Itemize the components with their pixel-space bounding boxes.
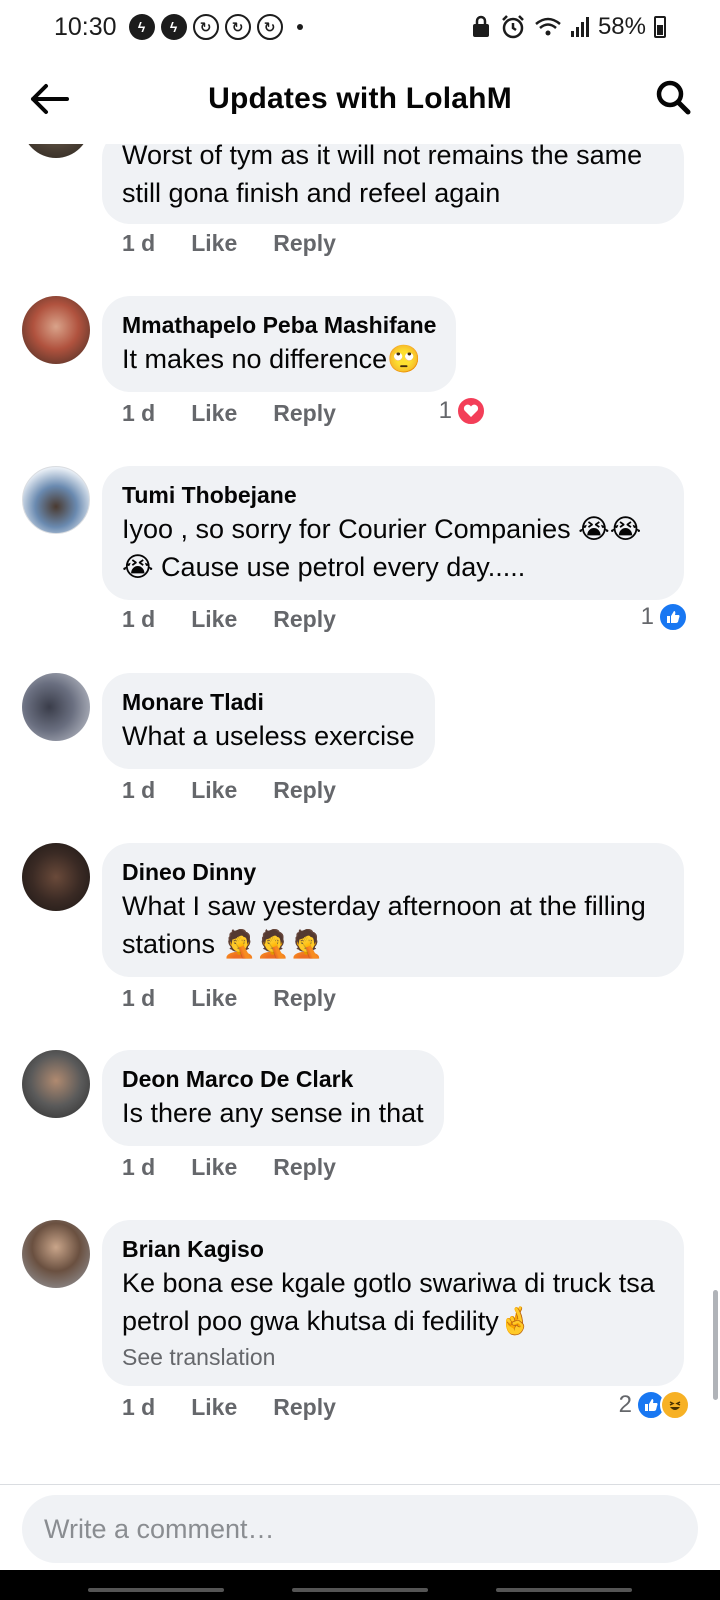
- recycle-notification-icon: ↻: [224, 14, 251, 40]
- comment-text: Ke bona ese kgale gotlo swariwa di truck…: [122, 1268, 655, 1336]
- reaction-count: 1: [640, 603, 654, 630]
- comment-time: 1 d: [122, 985, 156, 1011]
- avatar[interactable]: [22, 1220, 90, 1288]
- comment-actions: 1 d Like Reply: [122, 1154, 372, 1181]
- like-button[interactable]: Like: [191, 400, 237, 427]
- nav-recents-indicator[interactable]: [88, 1588, 224, 1592]
- like-button[interactable]: Like: [191, 606, 237, 633]
- comment-actions: 1 d Like Reply: [122, 985, 372, 1012]
- wifi-icon: [535, 17, 561, 36]
- lock-icon: [472, 15, 489, 37]
- nav-home-indicator[interactable]: [292, 1588, 428, 1592]
- comment-text: Iyoo , so sorry for Courier Companies 😭😭…: [122, 514, 642, 582]
- messenger-notification-icon: ϟ: [128, 14, 155, 40]
- like-button[interactable]: Like: [191, 1394, 237, 1421]
- reply-button[interactable]: Reply: [273, 1154, 336, 1181]
- reply-button[interactable]: Reply: [273, 1394, 336, 1421]
- battery-percent: 58%: [597, 13, 646, 40]
- reply-button[interactable]: Reply: [273, 230, 336, 257]
- reply-button[interactable]: Reply: [273, 985, 336, 1012]
- scrollbar-thumb[interactable]: [713, 1290, 718, 1400]
- reaction-summary[interactable]: 2: [619, 1390, 690, 1420]
- comment-text: Worst of tym as it will not remains the …: [122, 144, 643, 208]
- avatar[interactable]: [22, 296, 90, 364]
- back-button[interactable]: [26, 76, 72, 122]
- haha-reaction-icon: [660, 1390, 690, 1420]
- comment-input[interactable]: Write a comment…: [22, 1495, 698, 1563]
- comment-bubble[interactable]: Deon Marco De Clark Is there any sense i…: [102, 1050, 444, 1146]
- reaction-count: 1: [438, 397, 452, 424]
- top-app-bar: Updates with LolahM: [0, 54, 720, 144]
- comment-time: 1 d: [122, 777, 156, 803]
- reaction-summary[interactable]: 1: [641, 602, 688, 632]
- like-button[interactable]: Like: [191, 1154, 237, 1181]
- reply-button[interactable]: Reply: [273, 606, 336, 633]
- comment-time: 1 d: [122, 1394, 156, 1420]
- signal-icon: [570, 17, 589, 37]
- status-time: 10:30: [54, 12, 117, 41]
- comment-time: 1 d: [122, 606, 156, 632]
- avatar[interactable]: [22, 1050, 90, 1118]
- messenger-notification-icon: ϟ: [160, 14, 187, 40]
- comment-author[interactable]: Tumi Thobejane: [122, 480, 664, 510]
- comment-bubble[interactable]: Worst of tym as it will not remains the …: [102, 144, 684, 224]
- comment-author[interactable]: Mmathapelo Peba Mashifane: [122, 310, 436, 340]
- comment-text: It makes no difference🙄: [122, 344, 421, 374]
- like-button[interactable]: Like: [191, 230, 237, 257]
- comment-text: Is there any sense in that: [122, 1098, 424, 1128]
- like-button[interactable]: Like: [191, 777, 237, 804]
- status-bar: 10:30 ϟ ϟ ↻ ↻ ↻ 58%: [0, 0, 720, 54]
- avatar[interactable]: [22, 843, 90, 911]
- comment-bubble[interactable]: Dineo Dinny What I saw yesterday afterno…: [102, 843, 684, 977]
- like-button[interactable]: Like: [191, 985, 237, 1012]
- more-notifications-dot: [296, 24, 303, 30]
- comment-time: 1 d: [122, 400, 156, 426]
- comment-time: 1 d: [122, 230, 156, 256]
- comment-bubble[interactable]: Monare Tladi What a useless exercise: [102, 673, 435, 769]
- battery-icon: [654, 16, 666, 38]
- comment-bubble[interactable]: Tumi Thobejane Iyoo , so sorry for Couri…: [102, 466, 684, 600]
- comment-time: 1 d: [122, 1154, 156, 1180]
- comment-actions: 1 d Like Reply: [122, 230, 372, 257]
- comment-actions: 1 d Like Reply: [122, 777, 372, 804]
- divider: [0, 1484, 720, 1485]
- recycle-notification-icon: ↻: [192, 14, 219, 40]
- comments-list: Worst of tym as it will not remains the …: [0, 144, 720, 1484]
- reply-button[interactable]: Reply: [273, 777, 336, 804]
- nav-back-indicator[interactable]: [496, 1588, 632, 1592]
- recycle-notification-icon: ↻: [256, 14, 283, 40]
- arrow-left-icon: [31, 84, 69, 114]
- reply-button[interactable]: Reply: [273, 400, 336, 427]
- comment-text: What I saw yesterday afternoon at the fi…: [122, 891, 646, 959]
- comment-bubble[interactable]: Brian Kagiso Ke bona ese kgale gotlo swa…: [102, 1220, 684, 1386]
- search-button[interactable]: [650, 74, 696, 120]
- comment-author[interactable]: Deon Marco De Clark: [122, 1064, 424, 1094]
- comment-actions: 1 d Like Reply: [122, 1394, 372, 1421]
- love-reaction-icon: [456, 396, 486, 426]
- comment-author[interactable]: Dineo Dinny: [122, 857, 664, 887]
- system-nav-bar: [0, 1570, 720, 1600]
- comment-actions: 1 d Like Reply: [122, 400, 372, 427]
- avatar[interactable]: [22, 673, 90, 741]
- comment-author[interactable]: Brian Kagiso: [122, 1234, 664, 1264]
- like-reaction-icon: [658, 602, 688, 632]
- page-title: Updates with LolahM: [208, 82, 512, 115]
- see-translation-link[interactable]: See translation: [122, 1342, 664, 1372]
- comment-bubble[interactable]: Mmathapelo Peba Mashifane It makes no di…: [102, 296, 457, 392]
- reaction-count: 2: [618, 1391, 632, 1418]
- avatar[interactable]: [22, 466, 90, 534]
- search-icon: [656, 80, 691, 115]
- alarm-icon: [502, 15, 524, 39]
- comment-text: What a useless exercise: [122, 721, 415, 751]
- avatar[interactable]: [22, 144, 90, 158]
- comment-actions: 1 d Like Reply: [122, 606, 372, 633]
- comment-author[interactable]: Monare Tladi: [122, 687, 415, 717]
- reaction-summary[interactable]: 1: [439, 396, 486, 426]
